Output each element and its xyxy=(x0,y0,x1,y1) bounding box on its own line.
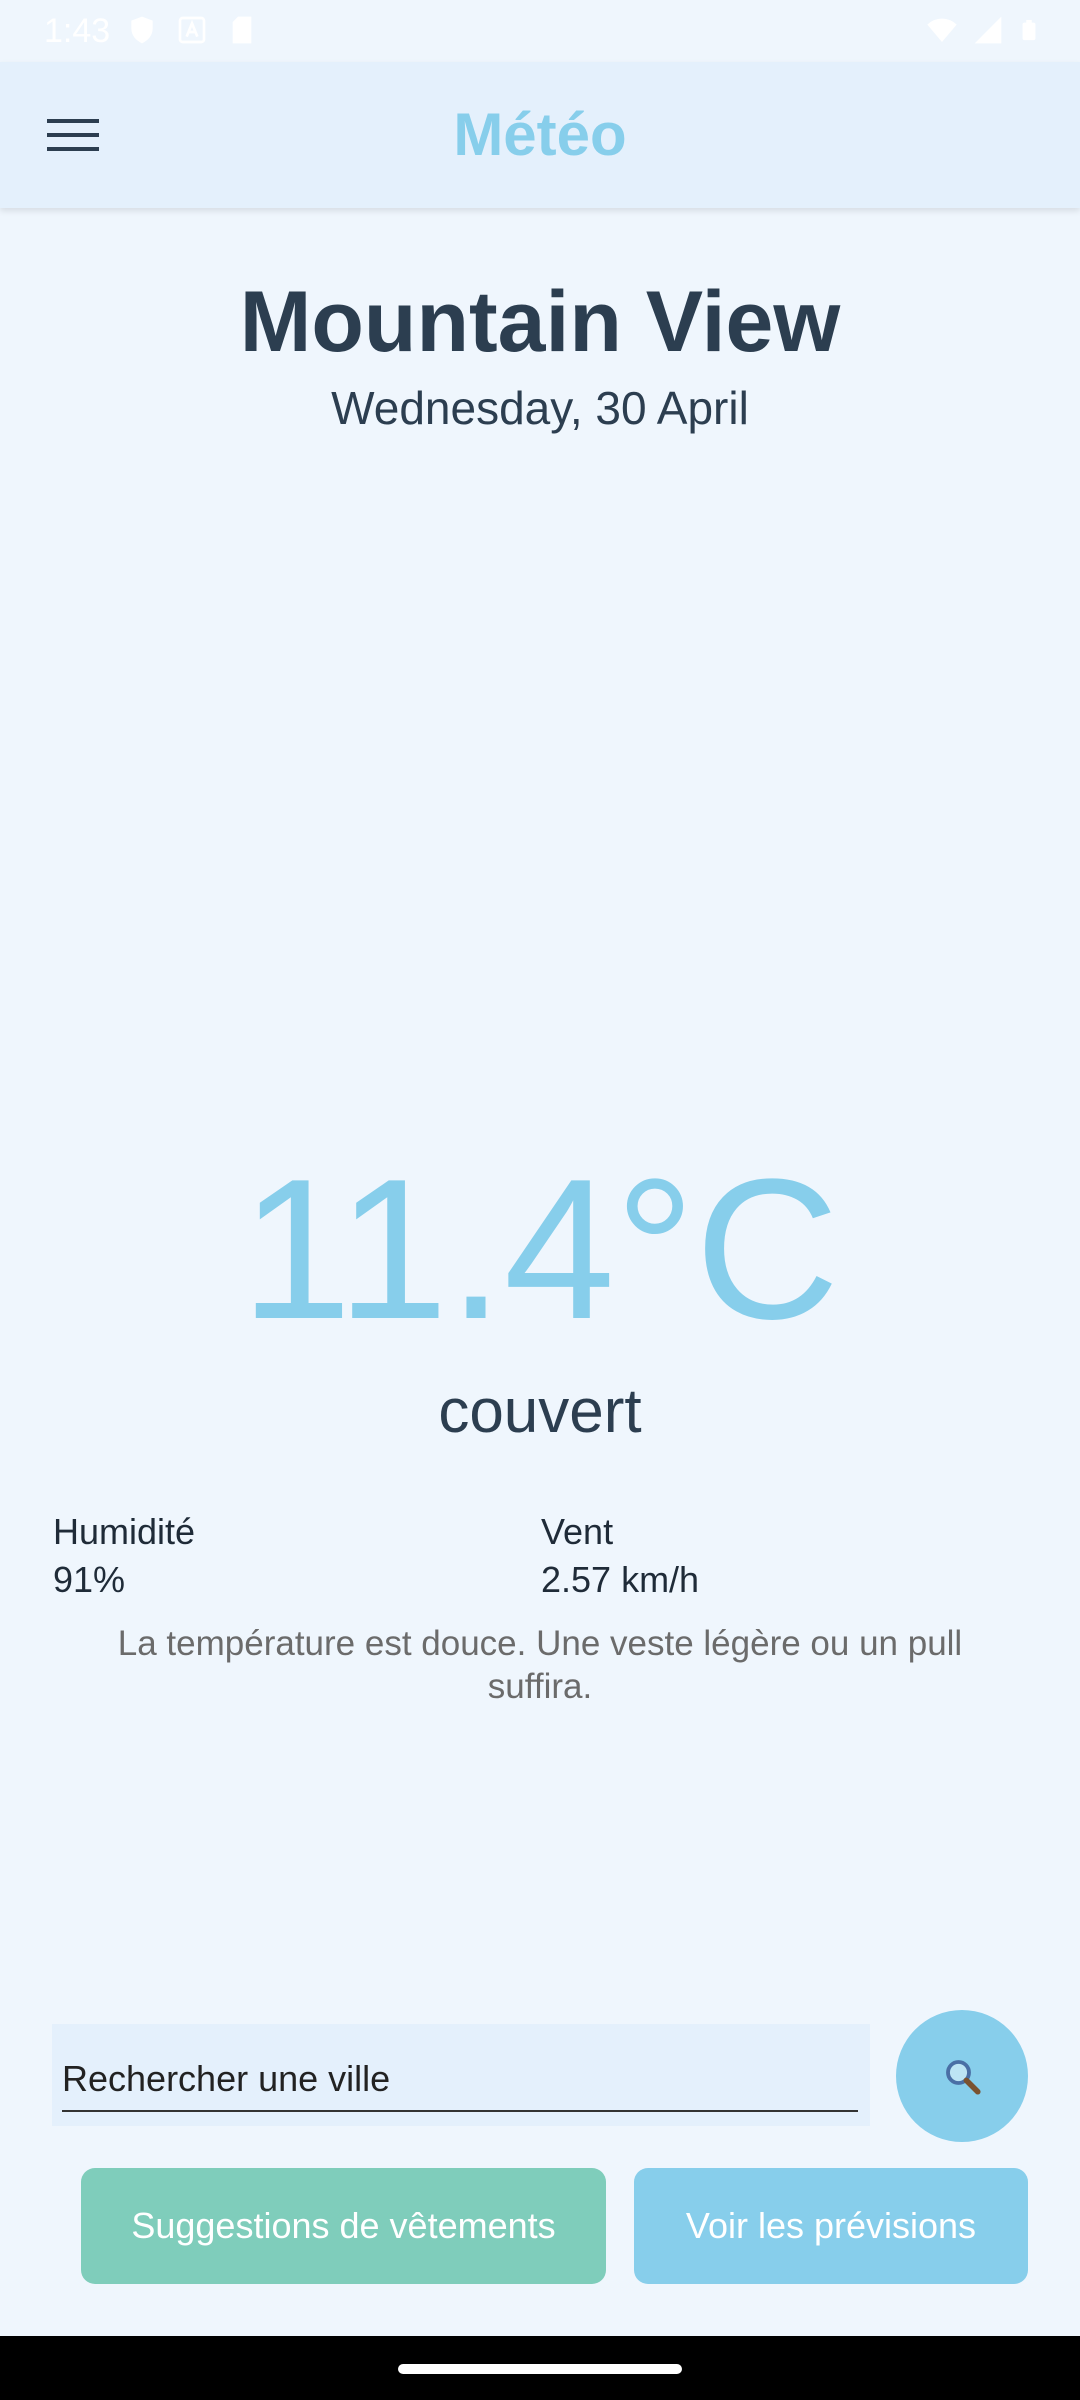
humidity-detail: Humidité 91% xyxy=(53,1508,493,1604)
status-bar: 1:43 xyxy=(0,0,1080,62)
status-time: 1:43 xyxy=(44,12,111,50)
navigation-bar xyxy=(0,2336,1080,2400)
date-text: Wednesday, 30 April xyxy=(331,382,749,434)
wind-detail: Vent 2.57 km/h xyxy=(541,1508,981,1604)
wifi-icon xyxy=(927,18,957,42)
app-title: Météo xyxy=(453,101,627,168)
view-forecast-button[interactable]: Voir les prévisions xyxy=(634,2168,1028,2284)
wind-label: Vent xyxy=(541,1511,614,1552)
font-icon xyxy=(178,16,206,44)
search-icon xyxy=(946,2060,981,2095)
signal-icon xyxy=(974,16,1002,44)
app-bar: Météo xyxy=(0,62,1080,208)
city-name: Mountain View xyxy=(239,274,841,370)
sd-card-icon xyxy=(232,16,252,44)
search-button[interactable] xyxy=(896,2010,1028,2142)
search-box xyxy=(52,2024,870,2126)
home-indicator[interactable] xyxy=(398,2364,682,2374)
clothing-suggestions-button[interactable]: Suggestions de vêtements xyxy=(81,2168,606,2284)
humidity-label: Humidité xyxy=(53,1511,196,1552)
wind-value: 2.57 km/h xyxy=(541,1559,700,1600)
shield-icon xyxy=(131,16,153,44)
city-search-input[interactable] xyxy=(62,2048,858,2112)
status-icons-left xyxy=(126,14,258,46)
humidity-value: 91% xyxy=(53,1559,126,1600)
battery-icon xyxy=(1022,19,1036,41)
temperature: 11.4°C xyxy=(240,1138,840,1361)
status-icons-right xyxy=(926,14,1040,46)
weather-condition: couvert xyxy=(438,1377,642,1446)
clothing-advice: La température est douce. Une veste légè… xyxy=(117,1624,963,1706)
